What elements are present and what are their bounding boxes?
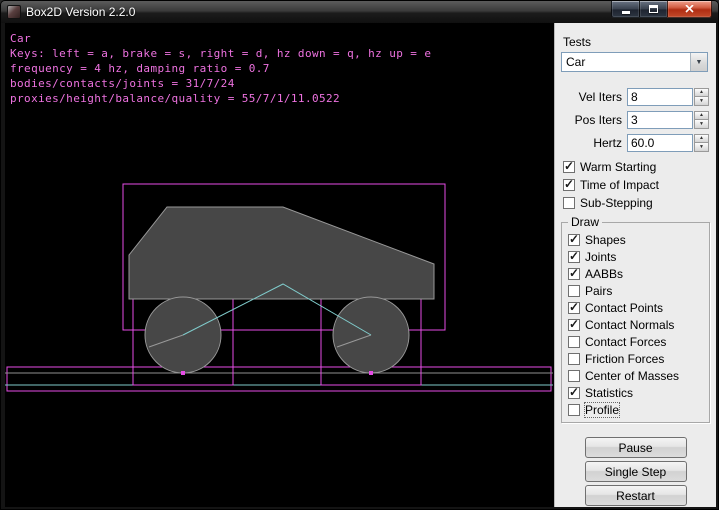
frequency-text: frequency = 4 hz, damping ratio = 0.7 [10, 62, 270, 75]
left-contact-point [181, 371, 185, 375]
aabbs-checkbox-icon[interactable]: ✓ [568, 268, 580, 280]
checkbox-shapes[interactable]: ✓ Shapes [568, 233, 709, 247]
pairs-checkbox-icon[interactable]: ✓ [568, 285, 580, 297]
vel-iters-input[interactable] [627, 88, 693, 106]
vel-iters-label: Vel Iters [579, 90, 622, 104]
proxies-stats-text: proxies/height/balance/quality = 55/7/1/… [10, 92, 340, 105]
dropdown-arrow-icon[interactable]: ▼ [690, 53, 707, 71]
friction-forces-checkbox-icon[interactable]: ✓ [568, 353, 580, 365]
pos-iters-label: Pos Iters [575, 113, 622, 127]
warm-starting-checkbox-icon[interactable]: ✓ [563, 161, 575, 173]
statistics-label: Statistics [585, 386, 633, 400]
checkmark-icon: ✓ [564, 159, 574, 173]
shapes-label: Shapes [585, 233, 626, 247]
friction-forces-label: Friction Forces [585, 352, 664, 366]
vel-iters-down-button[interactable]: ▼ [694, 97, 709, 106]
draw-group-legend: Draw [568, 215, 602, 229]
aabbs-label: AABBs [585, 267, 623, 281]
checkmark-icon: ✓ [569, 249, 579, 263]
vel-iters-up-button[interactable]: ▲ [694, 88, 709, 97]
checkbox-contact-forces[interactable]: ✓ Contact Forces [568, 335, 709, 349]
window-controls [611, 1, 712, 18]
profile-label: Profile [585, 403, 619, 417]
maximize-icon [649, 5, 658, 13]
checkbox-pairs[interactable]: ✓ Pairs [568, 284, 709, 298]
hertz-row: Hertz ▲ ▼ [555, 134, 709, 152]
checkbox-friction-forces[interactable]: ✓ Friction Forces [568, 352, 709, 366]
bodies-stats-text: bodies/contacts/joints = 31/7/24 [10, 77, 235, 90]
contact-normals-label: Contact Normals [585, 318, 674, 332]
checkmark-icon: ✓ [569, 266, 579, 280]
checkbox-aabbs[interactable]: ✓ AABBs [568, 267, 709, 281]
window-title: Box2D Version 2.2.0 [26, 5, 135, 19]
app-window: Box2D Version 2.2.0 [0, 0, 719, 510]
simulation-canvas[interactable]: Car Keys: left = a, brake = s, right = d… [5, 23, 554, 507]
checkbox-joints[interactable]: ✓ Joints [568, 250, 709, 264]
pairs-label: Pairs [585, 284, 612, 298]
pos-iters-up-button[interactable]: ▲ [694, 111, 709, 120]
sub-stepping-checkbox-icon[interactable]: ✓ [563, 197, 575, 209]
hertz-up-button[interactable]: ▲ [694, 134, 709, 143]
minimize-icon [622, 11, 630, 14]
center-of-masses-label: Center of Masses [585, 369, 679, 383]
draw-group: Draw ✓ Shapes ✓ Joints ✓ AABBs ✓ Pairs [561, 222, 710, 423]
joints-checkbox-icon[interactable]: ✓ [568, 251, 580, 263]
test-title-text: Car [10, 32, 31, 45]
pause-button[interactable]: Pause [585, 437, 687, 458]
vel-iters-stepper: ▲ ▼ [694, 88, 709, 106]
close-button[interactable] [667, 1, 712, 18]
single-step-button[interactable]: Single Step [585, 461, 687, 482]
keys-help-text: Keys: left = a, brake = s, right = d, hz… [10, 47, 431, 60]
shapes-checkbox-icon[interactable]: ✓ [568, 234, 580, 246]
close-icon [685, 0, 694, 18]
profile-checkbox-icon[interactable]: ✓ [568, 404, 580, 416]
statistics-checkbox-icon[interactable]: ✓ [568, 387, 580, 399]
center-of-masses-checkbox-icon[interactable]: ✓ [568, 370, 580, 382]
sub-stepping-label: Sub-Stepping [580, 196, 653, 210]
checkbox-statistics[interactable]: ✓ Statistics [568, 386, 709, 400]
checkbox-center-of-masses[interactable]: ✓ Center of Masses [568, 369, 709, 383]
contact-points-checkbox-icon[interactable]: ✓ [568, 302, 580, 314]
tests-label: Tests [563, 35, 716, 49]
checkmark-icon: ✓ [569, 385, 579, 399]
checkmark-icon: ✓ [569, 232, 579, 246]
joints-label: Joints [585, 250, 616, 264]
contact-normals-checkbox-icon[interactable]: ✓ [568, 319, 580, 331]
pos-iters-down-button[interactable]: ▼ [694, 120, 709, 129]
tests-dropdown-value: Car [562, 55, 690, 69]
warm-starting-label: Warm Starting [580, 160, 656, 174]
contact-points-label: Contact Points [585, 301, 663, 315]
pos-iters-input[interactable] [627, 111, 693, 129]
hertz-stepper: ▲ ▼ [694, 134, 709, 152]
time-of-impact-checkbox-icon[interactable]: ✓ [563, 179, 575, 191]
pos-iters-row: Pos Iters ▲ ▼ [555, 111, 709, 129]
hertz-label: Hertz [593, 136, 622, 150]
time-of-impact-label: Time of Impact [580, 178, 659, 192]
titlebar[interactable]: Box2D Version 2.2.0 [1, 1, 718, 23]
tests-dropdown[interactable]: Car ▼ [561, 52, 708, 72]
contact-forces-label: Contact Forces [585, 335, 666, 349]
checkbox-contact-normals[interactable]: ✓ Contact Normals [568, 318, 709, 332]
checkmark-icon: ✓ [569, 300, 579, 314]
checkbox-time-of-impact[interactable]: ✓ Time of Impact [563, 178, 716, 192]
checkbox-contact-points[interactable]: ✓ Contact Points [568, 301, 709, 315]
hertz-input[interactable] [627, 134, 693, 152]
checkmark-icon: ✓ [564, 177, 574, 191]
checkbox-profile[interactable]: ✓ Profile [568, 403, 709, 417]
restart-button[interactable]: Restart [585, 485, 687, 506]
pos-iters-stepper: ▲ ▼ [694, 111, 709, 129]
minimize-button[interactable] [611, 1, 640, 18]
right-contact-point [369, 371, 373, 375]
hertz-down-button[interactable]: ▼ [694, 143, 709, 152]
checkmark-icon: ✓ [569, 317, 579, 331]
ground-aabb [7, 367, 551, 391]
checkbox-sub-stepping[interactable]: ✓ Sub-Stepping [563, 196, 716, 210]
contact-forces-checkbox-icon[interactable]: ✓ [568, 336, 580, 348]
app-icon [7, 5, 21, 19]
control-panel: Tests Car ▼ Vel Iters ▲ ▼ Pos Iters ▲ ▼ [554, 23, 716, 507]
maximize-button[interactable] [640, 1, 667, 18]
checkbox-warm-starting[interactable]: ✓ Warm Starting [563, 160, 716, 174]
vel-iters-row: Vel Iters ▲ ▼ [555, 88, 709, 106]
